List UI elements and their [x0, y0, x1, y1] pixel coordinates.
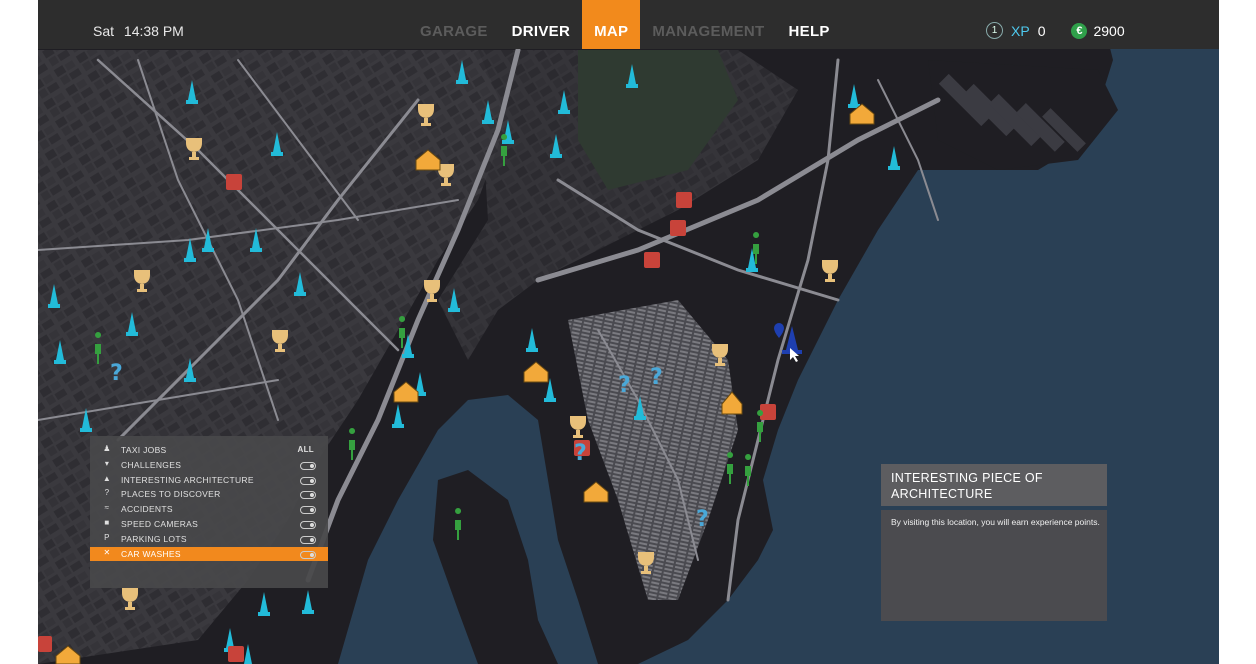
filter-toggle[interactable] — [300, 520, 316, 529]
question-icon: ? — [104, 488, 110, 498]
info-panel-header: INTERESTING PIECE OF ARCHITECTURE — [881, 464, 1107, 506]
camera-icon[interactable] — [228, 646, 244, 662]
filter-label: PLACES TO DISCOVER — [121, 489, 221, 500]
person-icon: ♟ — [103, 444, 111, 453]
filter-car-washes[interactable]: ✕ CAR WASHES — [90, 546, 328, 562]
filter-toggle[interactable] — [300, 476, 316, 485]
main-tabs: GARAGE DRIVER MAP MANAGEMENT HELP — [408, 0, 842, 49]
parking-icon: P — [104, 532, 110, 542]
camera-icon: ■ — [104, 517, 110, 527]
tab-driver[interactable]: DRIVER — [500, 0, 582, 49]
map-filter-panel: ♟ TAXI JOBS ALL ▾ CHALLENGES ▲ INTERESTI… — [90, 436, 328, 588]
filter-toggle[interactable] — [300, 550, 316, 559]
tab-map[interactable]: MAP — [582, 0, 641, 49]
filter-label: CAR WASHES — [121, 548, 181, 559]
euro-icon: € — [1071, 22, 1088, 39]
top-bar: Sat 14:38 PM GARAGE DRIVER MAP MANAGEMEN… — [38, 0, 1219, 49]
filter-places[interactable]: ? PLACES TO DISCOVER — [90, 487, 328, 502]
filter-accidents[interactable]: ≈ ACCIDENTS — [90, 502, 328, 517]
filter-taxi-jobs[interactable]: ♟ TAXI JOBS ALL — [90, 443, 328, 458]
question-icon[interactable]: ? — [618, 373, 631, 398]
filter-label: INTERESTING ARCHITECTURE — [121, 474, 254, 485]
money-value: 2900 — [1093, 22, 1125, 39]
filter-label: CHALLENGES — [121, 459, 182, 470]
camera-icon[interactable] — [670, 220, 686, 236]
filter-toggle[interactable] — [300, 461, 316, 470]
clock-day: Sat — [93, 23, 115, 39]
filter-parking-lots[interactable]: P PARKING LOTS — [90, 532, 328, 547]
filter-all-toggle[interactable]: ALL — [298, 445, 314, 454]
info-panel-description: By visiting this location, you will earn… — [891, 517, 1100, 527]
filter-label: SPEED CAMERAS — [121, 518, 199, 529]
filter-speed-cameras[interactable]: ■ SPEED CAMERAS — [90, 517, 328, 532]
camera-icon[interactable] — [38, 636, 52, 652]
game-screen: ? ? ? ? ? Sat 14:38 PM GARAGE DRIVER MAP… — [38, 0, 1219, 664]
xp-value: 0 — [1037, 22, 1046, 39]
filter-challenges[interactable]: ▾ CHALLENGES — [90, 458, 328, 473]
tab-garage[interactable]: GARAGE — [408, 0, 500, 49]
question-icon[interactable]: ? — [110, 361, 123, 386]
question-icon[interactable]: ? — [696, 507, 709, 532]
accident-icon: ≈ — [104, 503, 110, 513]
camera-icon[interactable] — [644, 252, 660, 268]
filter-toggle[interactable] — [300, 491, 316, 500]
tab-help[interactable]: HELP — [777, 0, 842, 49]
filter-label: PARKING LOTS — [121, 533, 187, 544]
camera-icon[interactable] — [676, 192, 692, 208]
trophy-icon: ▾ — [104, 458, 110, 468]
filter-toggle[interactable] — [300, 506, 316, 515]
car-wash-icon: ✕ — [103, 547, 111, 557]
clock-time: 14:38 PM — [123, 23, 184, 39]
player-stats: 1 XP 0 € 2900 — [986, 22, 1125, 39]
info-panel-title: INTERESTING PIECE OF ARCHITECTURE — [891, 471, 1043, 501]
level-badge: 1 — [986, 22, 1003, 39]
question-icon[interactable]: ? — [574, 441, 587, 466]
info-panel-body: By visiting this location, you will earn… — [881, 510, 1107, 621]
filter-toggle[interactable] — [300, 535, 316, 544]
monument-icon: ▲ — [102, 473, 112, 483]
filter-label: ACCIDENTS — [121, 504, 173, 515]
filter-architecture[interactable]: ▲ INTERESTING ARCHITECTURE — [90, 473, 328, 488]
camera-icon[interactable] — [226, 174, 242, 190]
game-clock: Sat 14:38 PM — [93, 23, 190, 39]
xp-label: XP — [1011, 22, 1030, 39]
tab-management[interactable]: MANAGEMENT — [640, 0, 776, 49]
filter-label: TAXI JOBS — [121, 445, 167, 455]
question-icon[interactable]: ? — [650, 365, 663, 390]
